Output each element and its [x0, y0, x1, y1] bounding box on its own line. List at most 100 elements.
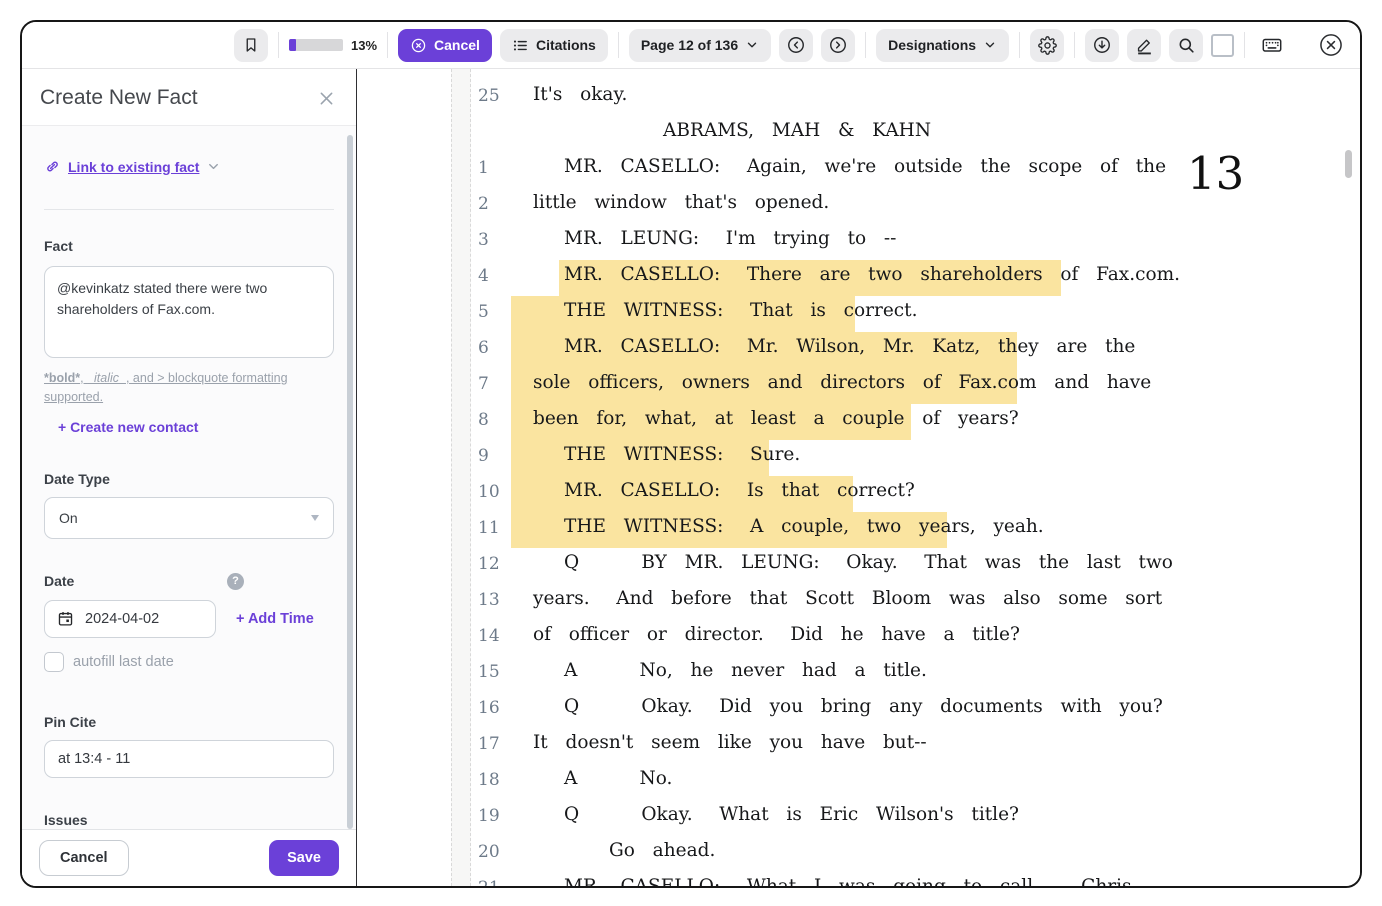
transcript-line-number: 16 [478, 698, 500, 718]
close-viewer-button[interactable] [1316, 30, 1346, 60]
transcript-line-number: 1 [478, 158, 489, 178]
page-select-dropdown[interactable]: Page 12 of 136 [629, 29, 771, 62]
previous-page-button[interactable] [779, 29, 813, 62]
app-window: 13% Cancel Citations Page 12 of 136 Desi… [20, 20, 1362, 888]
link-existing-fact-link[interactable]: Link to existing fact [68, 159, 199, 175]
bookmark-button[interactable] [234, 29, 268, 62]
transcript-line-text[interactable]: years. And before that Scott Bloom was a… [533, 588, 1162, 609]
transcript-line-number: 14 [478, 626, 500, 646]
date-type-label: Date Type [44, 471, 334, 487]
transcript-line-text[interactable]: MR. CASELLO: Again, we're outside the sc… [564, 156, 1166, 177]
transcript-line-text[interactable]: Q Okay. Did you bring any documents with… [564, 696, 1163, 717]
toolbar-divider [1074, 32, 1075, 58]
transcript-line: 17It doesn't seem like you have but-- [357, 728, 1360, 764]
transcript-line: 16 Q Okay. Did you bring any documents wi… [357, 692, 1360, 728]
transcript-line-text[interactable]: MR. CASELLO: What I was going to call --… [564, 876, 1131, 886]
transcript-line: 3MR. LEUNG: I'm trying to -- [357, 224, 1360, 260]
panel-cancel-button[interactable]: Cancel [39, 840, 129, 876]
create-new-contact-link[interactable]: + Create new contact [58, 419, 334, 435]
transcript-line-number: 8 [478, 410, 489, 430]
chevron-down-icon[interactable] [206, 159, 221, 174]
transcript-line-text[interactable]: A No, he never had a title. [564, 660, 927, 681]
transcript-line: 8 been for, what, at least a couple of ye… [357, 404, 1360, 440]
transcript-line: 19Q Okay. What is Eric Wilson's title? [357, 800, 1360, 836]
progress-label: 13% [351, 38, 377, 53]
transcript-line-text[interactable]: Q Okay. What is Eric Wilson's title? [564, 804, 1019, 825]
transcript-line-text[interactable]: been for, what, at least a couple of yea… [533, 408, 1019, 429]
transcript-page-number: 13 [1187, 147, 1244, 200]
transcript-line-text[interactable]: ABRAMS, MAH & KAHN [533, 120, 1061, 141]
transcript-line-text[interactable]: MR. LEUNG: I'm trying to -- [564, 228, 896, 249]
highlighter-button[interactable] [1127, 29, 1161, 62]
create-fact-panel: Create New Fact Link to existing fact Fa… [22, 69, 357, 886]
page-select-label: Page 12 of 136 [641, 37, 738, 53]
link-chain-icon [44, 158, 61, 175]
date-value-input[interactable] [83, 610, 187, 628]
transcript-line-number: 5 [478, 302, 489, 322]
settings-button[interactable] [1030, 29, 1064, 62]
section-divider [44, 209, 334, 210]
transcript-line-number: 10 [478, 482, 500, 502]
transcript-line: 14 of officer or director. Did he have a … [357, 620, 1360, 656]
formatting-hint: *bold*, _italic_, and > blockquote forma… [44, 369, 334, 407]
transcript-line-text[interactable]: Go ahead. [609, 840, 715, 861]
transcript-line-number: 15 [478, 662, 500, 682]
highlight-color-swatch[interactable] [1211, 34, 1234, 57]
add-time-link[interactable]: + Add Time [236, 611, 314, 627]
keyboard-icon [1261, 34, 1283, 56]
transcript-line-number: 4 [478, 266, 489, 286]
panel-scrollbar-thumb[interactable] [347, 135, 353, 829]
help-icon[interactable]: ? [227, 573, 244, 590]
arrow-left-circle-icon [786, 35, 806, 55]
fact-textarea[interactable]: @kevinkatz stated there were two shareho… [44, 266, 334, 358]
citations-label: Citations [536, 37, 596, 53]
download-button[interactable] [1085, 29, 1119, 62]
transcript-line-text[interactable]: A No. [564, 768, 672, 789]
link-existing-row[interactable]: Link to existing fact [44, 158, 334, 175]
date-label-row: Date ? [44, 573, 334, 590]
transcript-line-text[interactable]: Q BY MR. LEUNG: Okay. That was the last … [564, 552, 1173, 573]
transcript-line-text[interactable]: sole officers, owners and directors of F… [533, 372, 1151, 393]
date-input[interactable] [44, 600, 216, 638]
toolbar-divider [1019, 32, 1020, 58]
transcript-line-text[interactable]: MR. CASELLO: Mr. Wilson, Mr. Katz, they … [564, 336, 1135, 357]
autofill-checkbox[interactable] [44, 652, 64, 672]
transcript-line-number: 7 [478, 374, 489, 394]
pin-cite-input[interactable] [44, 740, 334, 778]
transcript-line-text[interactable]: MR. CASELLO: Is that correct? [564, 480, 915, 501]
transcript-line-text[interactable]: THE WITNESS: A couple, two years, yeah. [564, 516, 1044, 537]
date-type-select[interactable]: On [44, 497, 334, 539]
transcript-line-text[interactable]: THE WITNESS: Sure. [564, 444, 800, 465]
close-x-icon [317, 89, 336, 108]
transcript-line: 13years. And before that Scott Bloom was… [357, 584, 1360, 620]
calendar-icon [57, 610, 74, 627]
next-page-button[interactable] [821, 29, 855, 62]
transcript-line-text[interactable]: little window that's opened. [533, 192, 829, 213]
chevron-down-icon [745, 38, 759, 52]
designations-dropdown[interactable]: Designations [876, 29, 1009, 62]
transcript-line: 5 THE WITNESS: That is correct. [357, 296, 1360, 332]
transcript-line-text[interactable]: THE WITNESS: That is correct. [564, 300, 917, 321]
search-button[interactable] [1169, 29, 1203, 62]
date-type-value: On [59, 510, 78, 526]
transcript-line-number: 6 [478, 338, 489, 358]
cancel-designation-button[interactable]: Cancel [398, 29, 492, 62]
transcript-scrollbar-thumb[interactable] [1345, 150, 1352, 178]
transcript-line: 18 A No. [357, 764, 1360, 800]
keyboard-shortcuts-button[interactable] [1255, 29, 1289, 62]
transcript-line-text[interactable]: It's okay. [533, 84, 627, 105]
transcript-line-text[interactable]: MR. CASELLO: There are two shareholders … [564, 264, 1180, 285]
transcript-line-text[interactable]: It doesn't seem like you have but-- [533, 732, 927, 753]
close-panel-button[interactable] [315, 87, 338, 110]
panel-save-button[interactable]: Save [269, 840, 339, 876]
panel-footer: Cancel Save [22, 829, 356, 886]
panel-header: Create New Fact [22, 69, 356, 126]
citations-list-icon [512, 37, 529, 54]
citations-button[interactable]: Citations [500, 29, 608, 62]
date-row: + Add Time [44, 600, 334, 638]
toolbar-divider [278, 32, 279, 58]
date-label: Date [44, 573, 74, 589]
transcript-line-text[interactable]: of officer or director. Did he have a ti… [533, 624, 1020, 645]
transcript-line-number: 18 [478, 770, 500, 790]
designations-label: Designations [888, 37, 976, 53]
